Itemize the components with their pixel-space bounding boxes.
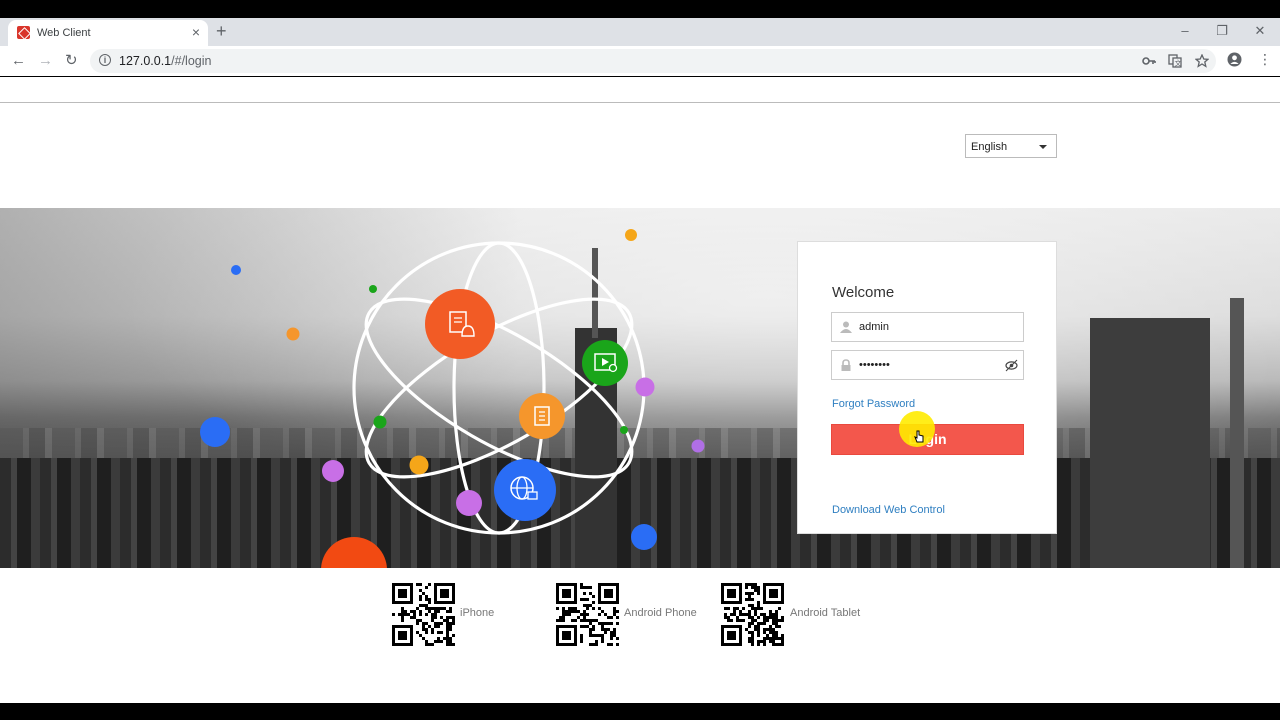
dot: [322, 460, 344, 482]
language-select[interactable]: English: [965, 134, 1057, 158]
close-window-button[interactable]: ✕: [1241, 18, 1279, 44]
qr-label-android-tablet: Android Tablet: [790, 607, 861, 619]
qr-label-iphone: iPhone: [460, 607, 495, 619]
username-field[interactable]: [831, 312, 1024, 342]
dot: [635, 377, 655, 397]
browser-tabstrip: Web Client × + – ❐ ✕: [0, 18, 1280, 46]
url-text: 127.0.0.1/#/login: [119, 54, 211, 68]
qr-code-android-phone[interactable]: [556, 583, 619, 646]
hand-cursor-icon: [914, 430, 924, 443]
back-button[interactable]: ←: [11, 52, 26, 70]
hero-banner: [0, 208, 1280, 568]
minimize-button[interactable]: –: [1166, 18, 1204, 44]
menu-button[interactable]: ⋮: [1258, 52, 1272, 66]
alarm-icon: [425, 289, 495, 359]
translate-icon[interactable]: 文: [1168, 54, 1182, 68]
dot: [286, 327, 300, 341]
dot: [369, 285, 377, 293]
dot: [231, 265, 241, 275]
account-icon[interactable]: [1227, 52, 1242, 67]
dot: [691, 439, 705, 453]
url-host: 127.0.0.1: [119, 54, 172, 68]
qr-code-iphone[interactable]: [392, 583, 455, 646]
dot: [631, 524, 657, 550]
browser-tab[interactable]: Web Client ×: [8, 20, 208, 46]
address-bar[interactable]: i 127.0.0.1/#/login 文: [90, 49, 1216, 73]
lock-icon: [841, 359, 851, 371]
bottom-bar: [0, 703, 1280, 720]
user-icon: [840, 321, 852, 333]
password-field[interactable]: [831, 350, 1024, 380]
star-icon[interactable]: [1195, 54, 1209, 68]
browser-toolbar: ← → ↻ i 127.0.0.1/#/login 文 ⋮: [0, 46, 1280, 76]
dot: [321, 537, 387, 568]
divider: [0, 102, 1280, 103]
favicon-icon: [17, 26, 30, 39]
dot: [409, 455, 429, 475]
qr-label-android-phone: Android Phone: [624, 607, 697, 619]
tab-title: Web Client: [37, 27, 91, 39]
info-icon[interactable]: i: [99, 54, 111, 66]
svg-text:文: 文: [1175, 59, 1182, 68]
qr-code-android-tablet[interactable]: [721, 583, 784, 646]
building-icon: [519, 393, 565, 439]
new-tab-button[interactable]: +: [216, 20, 227, 42]
screen: Web Client × + – ❐ ✕ ← → ↻ i 127.0.0.1/#…: [0, 0, 1280, 720]
language-value: English: [971, 141, 1008, 153]
dot: [620, 426, 628, 434]
download-web-control-link[interactable]: Download Web Control: [832, 504, 945, 516]
globe-icon: [494, 459, 556, 521]
web-page: English Welcome admin •••••••• Forgot Pa…: [0, 77, 1280, 703]
forward-button[interactable]: →: [38, 52, 53, 70]
password-input[interactable]: [859, 352, 1009, 378]
dot: [200, 417, 230, 447]
maximize-button[interactable]: ❐: [1203, 18, 1241, 44]
welcome-title: Welcome: [832, 284, 895, 301]
video-icon: [582, 340, 628, 386]
tab-close-button[interactable]: ×: [192, 23, 200, 41]
network-graphic: [200, 229, 705, 568]
login-panel: Welcome Forgot Password Login Download W…: [797, 241, 1057, 534]
dot: [625, 229, 637, 241]
dot: [456, 490, 482, 516]
eye-icon[interactable]: [1005, 359, 1018, 372]
username-input[interactable]: [859, 314, 1009, 340]
reload-button[interactable]: ↻: [65, 52, 78, 70]
dot: [373, 415, 387, 429]
key-icon[interactable]: [1142, 55, 1156, 67]
url-path: /#/login: [171, 54, 212, 68]
chevron-down-icon: [1039, 145, 1047, 149]
forgot-password-link[interactable]: Forgot Password: [832, 398, 915, 410]
